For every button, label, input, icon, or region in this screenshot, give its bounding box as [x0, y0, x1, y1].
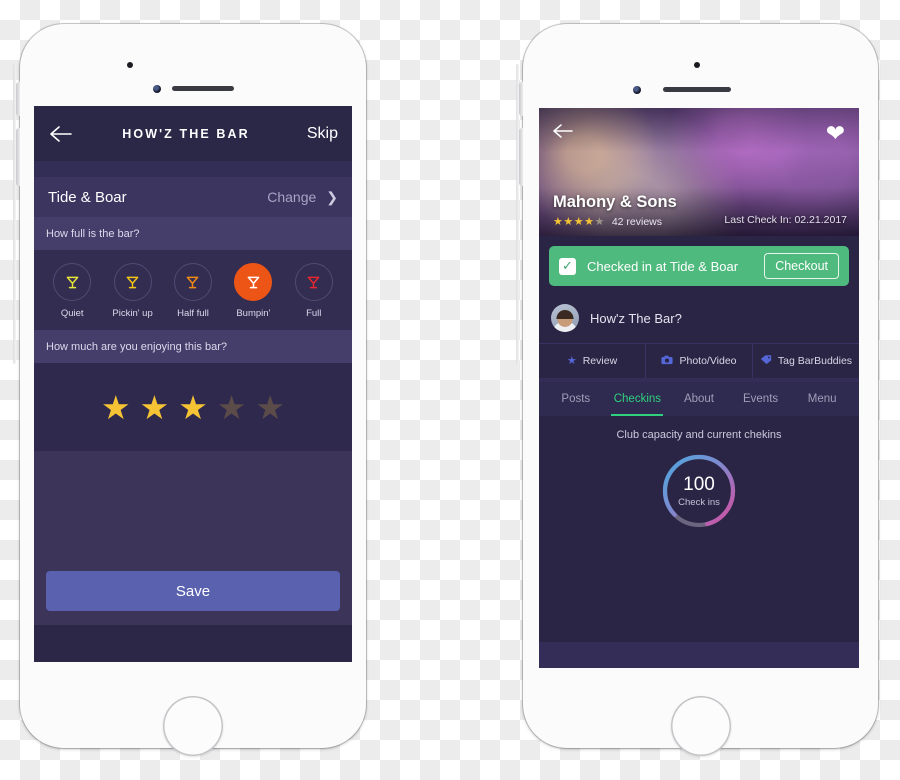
proximity-sensor-icon — [694, 62, 700, 68]
home-button[interactable] — [163, 696, 223, 756]
tab-menu[interactable]: Menu — [791, 382, 853, 416]
save-area: Save — [34, 571, 352, 625]
save-button[interactable]: Save — [46, 571, 340, 611]
review-count: 42 reviews — [611, 215, 663, 228]
front-camera-icon — [153, 85, 161, 93]
fullness-question: How full is the bar? — [46, 227, 140, 240]
checkin-banner-wrap: ✓ Checked in at Tide & Boar Checkout — [539, 236, 859, 295]
capacity-ring: 100 Check ins — [660, 452, 738, 530]
checkin-banner: ✓ Checked in at Tide & Boar Checkout — [549, 246, 849, 286]
rating-question: How much are you enjoying this bar? — [46, 340, 227, 353]
venue-name: Tide & Boar — [48, 188, 127, 206]
venue-rating-row: ★★★★★ 42 reviews — [553, 215, 677, 229]
app-screen-venue-profile: ❤ Mahony & Sons ★★★★★ 42 reviews Last Ch… — [539, 108, 859, 668]
checkin-count: 100 — [683, 473, 715, 495]
arrow-left-icon[interactable] — [551, 122, 575, 140]
action-bar: ★ Review Photo/Video Tag BarBuddies — [539, 344, 859, 378]
rating-star[interactable]: ★ — [178, 391, 208, 424]
rating-star[interactable]: ★ — [140, 391, 170, 424]
checkbox-checked-icon[interactable]: ✓ — [559, 257, 576, 275]
venue-name: Mahony & Sons — [553, 193, 677, 211]
action-tag-barbuddies[interactable]: Tag BarBuddies — [753, 344, 859, 378]
rating-star[interactable]: ★ — [217, 391, 247, 424]
arrow-left-icon[interactable] — [48, 124, 74, 144]
app-screen-rate-bar: HOW'Z THE BAR Skip Tide & Boar Change ❯ … — [34, 106, 352, 662]
fullness-option-label: Quiet — [60, 308, 84, 319]
venue-hero-image: ❤ Mahony & Sons ★★★★★ 42 reviews Last Ch… — [539, 108, 859, 236]
fullness-option-label: Half full — [177, 308, 209, 319]
profile-tabs: Posts Checkins About Events Menu — [539, 378, 859, 416]
checkout-button[interactable]: Checkout — [764, 253, 839, 279]
checkin-text: Checked in at Tide & Boar — [587, 258, 739, 274]
chevron-right-icon: ❯ — [326, 188, 338, 205]
action-review[interactable]: ★ Review — [539, 344, 646, 378]
rating-star[interactable]: ★ — [101, 391, 131, 424]
last-checkin-text: Last Check In: 02.21.2017 — [724, 214, 847, 226]
howz-the-bar-prompt[interactable]: How'z The Bar? — [539, 295, 859, 344]
martini-glass-icon — [113, 263, 152, 301]
fullness-option-full[interactable]: Full — [288, 263, 340, 319]
heart-icon[interactable]: ❤ — [826, 122, 845, 145]
earpiece-speaker — [172, 86, 234, 91]
capacity-ring-center: 100 Check ins — [660, 452, 738, 530]
tab-events[interactable]: Events — [730, 382, 792, 416]
tag-icon — [760, 354, 772, 368]
martini-glass-icon — [53, 263, 92, 301]
action-label: Review — [582, 355, 618, 367]
martini-glass-icon — [234, 263, 273, 301]
howz-prompt-text: How'z The Bar? — [590, 310, 682, 326]
front-camera-icon — [633, 86, 641, 94]
fullness-option-quiet[interactable]: Quiet — [46, 263, 98, 319]
phone-side-rail — [13, 64, 16, 364]
tab-posts[interactable]: Posts — [545, 382, 607, 416]
proximity-sensor-icon — [127, 62, 133, 68]
fullness-options: Quiet Pickin' up Half full Bumpin' Full — [34, 250, 352, 330]
screen1-spacer — [34, 451, 352, 571]
screen2-bottom-strip — [539, 642, 859, 668]
skip-button[interactable]: Skip — [298, 125, 338, 143]
venue-stars: ★★★★★ — [553, 216, 605, 228]
phone-device-left: HOW'Z THE BAR Skip Tide & Boar Change ❯ … — [13, 24, 366, 756]
tab-about[interactable]: About — [668, 382, 730, 416]
header-gap-band — [34, 161, 352, 177]
action-label: Photo/Video — [679, 355, 737, 367]
tab-checkins[interactable]: Checkins — [607, 382, 669, 416]
page-title: HOW'Z THE BAR — [122, 126, 250, 141]
martini-glass-icon — [173, 263, 212, 301]
rating-stars: ★ ★ ★ ★ ★ — [34, 363, 352, 451]
change-venue-button[interactable]: Change — [267, 189, 316, 205]
home-button[interactable] — [671, 696, 731, 756]
fullness-option-bumpin[interactable]: Bumpin' — [227, 263, 279, 319]
martini-glass-icon — [294, 263, 333, 301]
action-photo-video[interactable]: Photo/Video — [646, 344, 753, 378]
phone-device-right: ❤ Mahony & Sons ★★★★★ 42 reviews Last Ch… — [516, 24, 878, 756]
capacity-ring-wrap: 100 Check ins — [539, 441, 859, 530]
star-icon: ★ — [566, 354, 577, 367]
earpiece-speaker — [663, 87, 731, 92]
screen1-header: HOW'Z THE BAR Skip — [34, 106, 352, 161]
fullness-option-label: Pickin' up — [112, 308, 153, 319]
phone-side-rail — [516, 64, 519, 364]
rating-question-band: How much are you enjoying this bar? — [34, 330, 352, 363]
checkin-count-label: Check ins — [678, 496, 720, 508]
action-label: Tag BarBuddies — [777, 355, 853, 367]
fullness-option-pickin-up[interactable]: Pickin' up — [107, 263, 159, 319]
camera-icon — [661, 355, 674, 368]
fullness-question-band: How full is the bar? — [34, 217, 352, 250]
rating-star[interactable]: ★ — [255, 391, 285, 424]
fullness-option-half-full[interactable]: Half full — [167, 263, 219, 319]
avatar — [551, 304, 579, 332]
venue-selector-row[interactable]: Tide & Boar Change ❯ — [34, 177, 352, 217]
fullness-option-label: Bumpin' — [236, 308, 271, 319]
venue-hero-info: Mahony & Sons ★★★★★ 42 reviews — [553, 193, 677, 228]
capacity-caption: Club capacity and current chekins — [616, 429, 782, 441]
fullness-option-label: Full — [306, 308, 322, 319]
